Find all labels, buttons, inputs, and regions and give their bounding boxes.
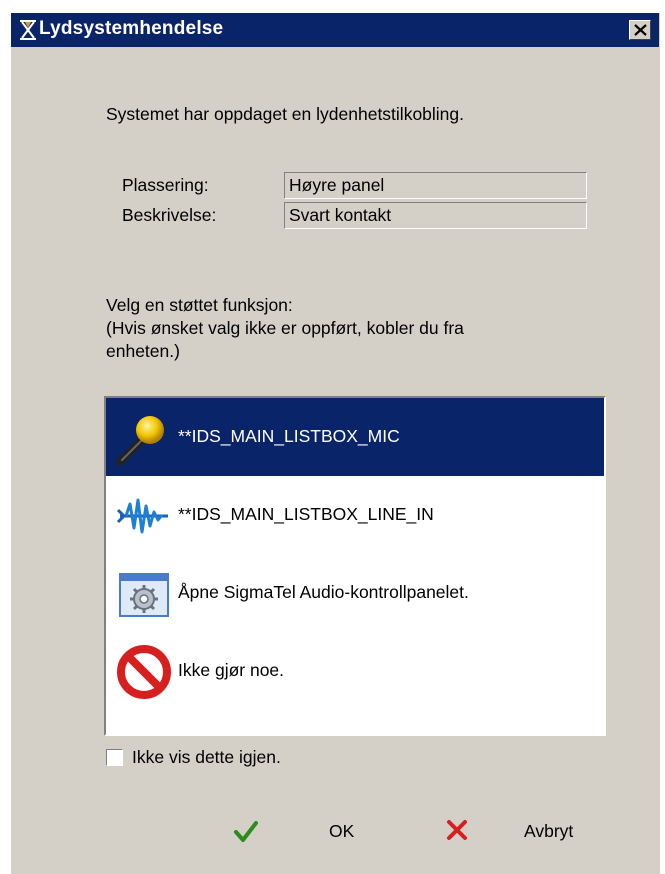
title-bar[interactable]: Lydsystemhendelse <box>11 13 659 47</box>
line-in-wave-icon <box>116 488 172 544</box>
cancel-button[interactable]: Avbryt <box>446 817 606 853</box>
list-item-no-action[interactable]: Ikke gjør noe. <box>106 632 604 710</box>
window-title: Lydsystemhendelse <box>39 18 224 39</box>
list-item-label: Åpne SigmaTel Audio-kontrollpanelet. <box>178 582 469 602</box>
list-item-control-panel[interactable]: Åpne SigmaTel Audio-kontrollpanelet. <box>106 554 604 632</box>
dont-show-again-label[interactable]: Ikke vis dette igjen. <box>132 747 281 768</box>
no-action-icon <box>116 644 172 700</box>
microphone-icon <box>116 410 172 466</box>
audio-event-icon <box>18 19 38 41</box>
dont-show-again-checkbox[interactable] <box>106 749 123 766</box>
audio-event-dialog: Lydsystemhendelse Systemet har oppdaget … <box>10 12 660 874</box>
description-label: Beskrivelse: <box>122 205 217 225</box>
function-listbox[interactable]: **IDS_MAIN_LISTBOX_MIC **IDS_MAIN_LISTBO… <box>104 396 606 736</box>
detection-message: Systemet har oppdaget en lydenhetstilkob… <box>106 104 465 124</box>
list-item-line-in[interactable]: **IDS_MAIN_LISTBOX_LINE_IN <box>106 476 604 554</box>
list-item-label: **IDS_MAIN_LISTBOX_MIC <box>178 426 400 446</box>
close-icon <box>634 24 647 36</box>
checkmark-icon <box>233 819 259 850</box>
prompt-line-3: enheten.) <box>106 341 180 361</box>
prompt-line-2: (Hvis ønsket valg ikke er oppført, koble… <box>106 318 464 338</box>
ok-label: OK <box>329 821 355 841</box>
list-item-mic[interactable]: **IDS_MAIN_LISTBOX_MIC <box>106 398 604 476</box>
ok-button[interactable]: OK <box>233 817 373 853</box>
list-item-label: **IDS_MAIN_LISTBOX_LINE_IN <box>178 504 434 524</box>
x-icon <box>446 819 468 846</box>
location-label: Plassering: <box>122 175 209 195</box>
list-item-label: Ikke gjør noe. <box>178 660 285 680</box>
close-button[interactable] <box>629 20 651 40</box>
location-field: Høyre panel <box>284 172 587 199</box>
prompt-line-1: Velg en støttet funksjon: <box>106 295 293 315</box>
description-field: Svart kontakt <box>284 202 587 229</box>
control-panel-gear-icon <box>116 566 172 622</box>
cancel-label: Avbryt <box>524 821 574 841</box>
